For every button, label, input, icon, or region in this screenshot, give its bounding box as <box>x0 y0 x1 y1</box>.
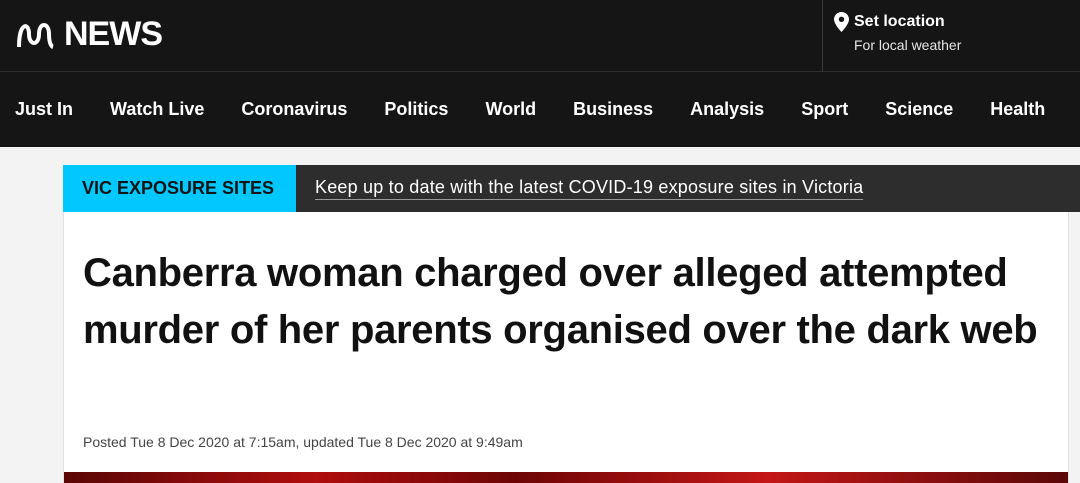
alert-message: Keep up to date with the latest COVID-19… <box>315 177 864 200</box>
nav-item-science[interactable]: Science <box>885 99 953 120</box>
alert-link[interactable]: Keep up to date with the latest COVID-19… <box>296 165 864 212</box>
set-location-button[interactable]: Set location For local weather <box>834 12 961 53</box>
nav-item-just-in[interactable]: Just In <box>15 99 73 120</box>
alert-banner: VIC EXPOSURE SITES Keep up to date with … <box>63 165 1080 212</box>
hero-image <box>64 472 1068 483</box>
site-header: NEWS Set location For local weather <box>0 0 1080 71</box>
header-divider <box>822 0 823 71</box>
nav-item-business[interactable]: Business <box>573 99 653 120</box>
article-dateline: Posted Tue 8 Dec 2020 at 7:15am, updated… <box>83 434 523 450</box>
alert-tag[interactable]: VIC EXPOSURE SITES <box>63 165 296 212</box>
location-subtitle: For local weather <box>854 37 962 53</box>
logo-text: NEWS <box>64 14 163 53</box>
main-navigation: Just In Watch Live Coronavirus Politics … <box>0 71 1080 147</box>
location-title: Set location <box>854 13 945 30</box>
article-headline: Canberra woman charged over alleged atte… <box>83 251 1038 352</box>
nav-item-analysis[interactable]: Analysis <box>690 99 764 120</box>
abc-news-logo[interactable]: NEWS <box>16 14 163 54</box>
nav-item-politics[interactable]: Politics <box>384 99 448 120</box>
nav-list: Just In Watch Live Coronavirus Politics … <box>0 72 1080 146</box>
nav-item-world[interactable]: World <box>485 99 536 120</box>
nav-item-health[interactable]: Health <box>990 99 1045 120</box>
nav-item-watch-live[interactable]: Watch Live <box>110 99 204 120</box>
nav-item-sport[interactable]: Sport <box>801 99 848 120</box>
location-pin-icon <box>834 12 849 32</box>
abc-lissajous-logo-icon <box>17 23 54 49</box>
article-card: Canberra woman charged over alleged atte… <box>63 212 1069 483</box>
nav-item-coronavirus[interactable]: Coronavirus <box>241 99 347 120</box>
